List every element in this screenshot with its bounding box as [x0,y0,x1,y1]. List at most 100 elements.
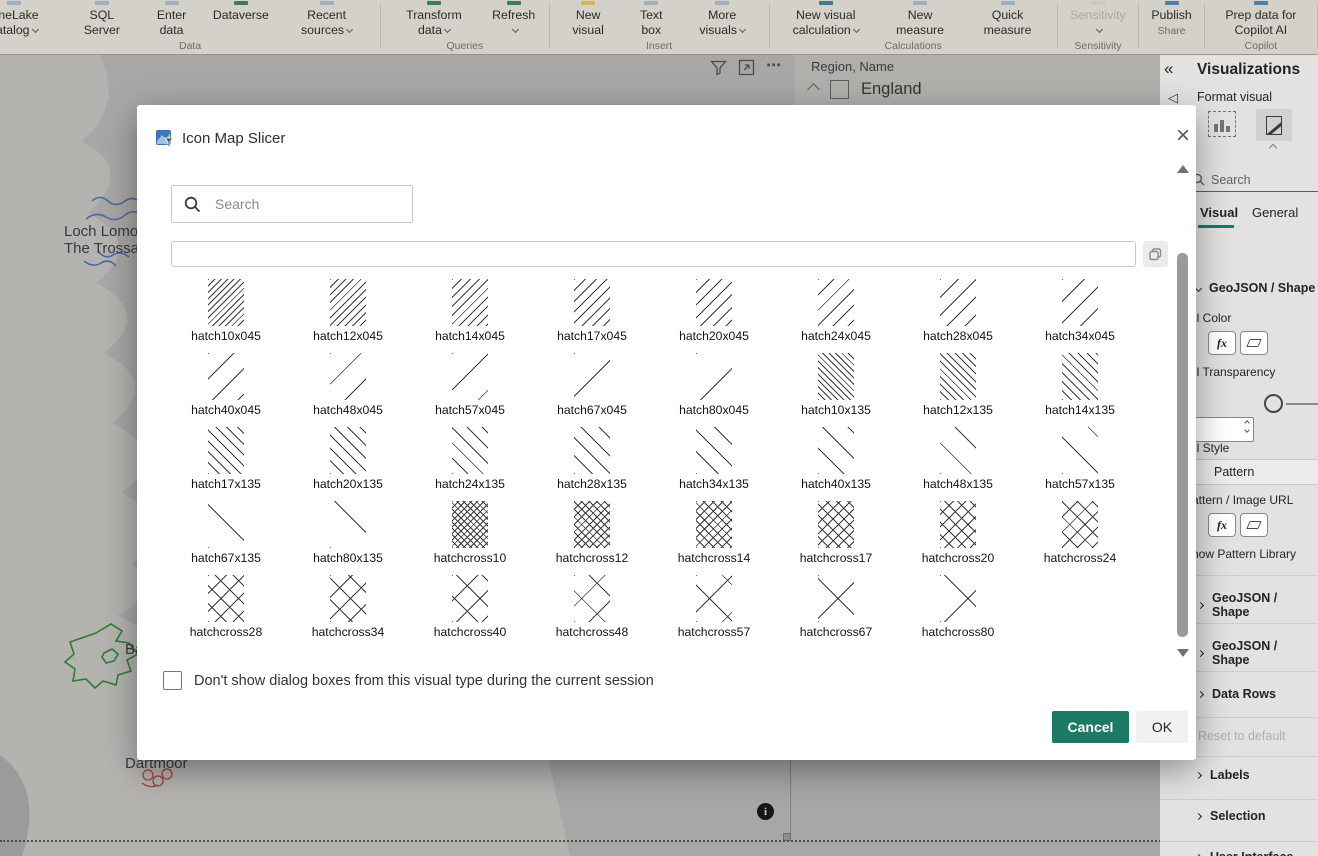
format-visual-tab[interactable] [1256,109,1292,141]
pattern-item-hatchcross48[interactable]: hatchcross48 [531,569,653,643]
pattern-item-hatch48x045[interactable]: hatch48x045 [287,347,409,421]
pattern-item-hatch67x045[interactable]: hatch67x045 [531,347,653,421]
dialog-search-input[interactable] [213,195,383,213]
ribbon-button-text-box[interactable]: Text box [623,1,680,38]
pattern-item-hatch12x045[interactable]: hatch12x045 [287,273,409,347]
pattern-item-hatchcross20[interactable]: hatchcross20 [897,495,1019,569]
pattern-url-fx-button[interactable]: fx [1208,513,1236,537]
pane-search-box[interactable]: Search [1188,168,1318,192]
pattern-item-hatch10x045[interactable]: hatch10x045 [165,273,287,347]
tab-visual[interactable]: Visual [1200,205,1238,220]
pattern-item-hatch57x045[interactable]: hatch57x045 [409,347,531,421]
pattern-item-hatchcross80[interactable]: hatchcross80 [897,569,1019,643]
section-geojson-2[interactable]: GeoJSON / Shape [1198,591,1318,619]
collapse-pane-icon[interactable]: « [1164,59,1173,79]
ok-button[interactable]: OK [1136,711,1188,743]
pattern-item-hatch10x135[interactable]: hatch10x135 [775,347,897,421]
slicer-checkbox[interactable] [830,80,849,99]
more-options-icon[interactable]: ⋯ [766,59,782,76]
section-data-rows[interactable]: Data Rows [1198,687,1276,701]
pattern-item-hatch80x135[interactable]: hatch80x135 [287,495,409,569]
dont-show-checkbox[interactable] [163,671,182,690]
ribbon-button-new-measure[interactable]: New measure [878,1,962,38]
slicer-item-label[interactable]: England [861,80,922,99]
fill-color-reset-button[interactable] [1240,331,1268,355]
pattern-item-hatch40x135[interactable]: hatch40x135 [775,421,897,495]
section-labels[interactable]: Labels [1196,768,1250,782]
ribbon-item-icon [913,1,927,5]
section-geojson-3[interactable]: GeoJSON / Shape [1198,639,1318,667]
pattern-item-hatchcross14[interactable]: hatchcross14 [653,495,775,569]
pattern-item-hatch28x135[interactable]: hatch28x135 [531,421,653,495]
pattern-url-reset-button[interactable] [1240,513,1268,537]
ribbon-button-sql-server[interactable]: SQL Server [65,1,138,38]
pattern-item-hatchcross17[interactable]: hatchcross17 [775,495,897,569]
ribbon-item-icon [1254,1,1268,5]
ribbon-group-label: Queries [446,40,483,52]
ribbon-button-prep-data-for-copilot-ai[interactable]: Prep data for Copilot AI [1209,1,1314,38]
ribbon-button-refresh[interactable]: Refresh [483,1,545,38]
pattern-item-hatchcross57[interactable]: hatchcross57 [653,569,775,643]
section-geojson-expanded[interactable]: GeoJSON / Shape [1196,281,1315,295]
pattern-item-hatchcross12[interactable]: hatchcross12 [531,495,653,569]
pattern-item-hatch57x135[interactable]: hatch57x135 [1019,421,1141,495]
pattern-url-input[interactable] [171,241,1136,267]
reset-to-default-button[interactable]: Reset to default [1198,729,1286,743]
pattern-item-hatchcross24[interactable]: hatchcross24 [1019,495,1141,569]
pattern-item-hatchcross40[interactable]: hatchcross40 [409,569,531,643]
ribbon-button-new-visual[interactable]: New visual [554,1,623,38]
collapse-chevron-icon[interactable] [807,83,820,96]
scroll-up-icon[interactable] [1177,165,1189,173]
show-pattern-library-label[interactable]: Show Pattern Library [1184,547,1296,561]
filter-icon[interactable] [710,59,727,76]
pattern-item-hatchcross34[interactable]: hatchcross34 [287,569,409,643]
feedback-icon[interactable]: ◁ [1168,90,1178,106]
ribbon-button-new-visual-calculation[interactable]: New visual calculation [774,1,878,38]
pattern-item-hatch20x135[interactable]: hatch20x135 [287,421,409,495]
ribbon-button-dataverse[interactable]: Dataverse [205,1,277,23]
pattern-item-hatch20x045[interactable]: hatch20x045 [653,273,775,347]
dialog-search-box[interactable] [171,185,413,223]
copy-button[interactable] [1143,241,1168,267]
scroll-down-icon[interactable] [1177,649,1189,657]
spinner-icons[interactable] [1245,421,1249,432]
dialog-app-icon [155,129,174,148]
pattern-item-hatch67x135[interactable]: hatch67x135 [165,495,287,569]
close-icon[interactable]: × [1176,126,1190,146]
pattern-item-hatch12x135[interactable]: hatch12x135 [897,347,1019,421]
pattern-item-hatch34x135[interactable]: hatch34x135 [653,421,775,495]
pattern-item-hatchcross67[interactable]: hatchcross67 [775,569,897,643]
pattern-item-hatch28x045[interactable]: hatch28x045 [897,273,1019,347]
pattern-item-hatch48x135[interactable]: hatch48x135 [897,421,1019,495]
scrollbar-thumb[interactable] [1177,253,1188,637]
cancel-button[interactable]: Cancel [1052,711,1129,743]
pattern-item-hatch14x135[interactable]: hatch14x135 [1019,347,1141,421]
pattern-item-hatch24x135[interactable]: hatch24x135 [409,421,531,495]
pattern-item-hatchcross10[interactable]: hatchcross10 [409,495,531,569]
pattern-item-hatch24x045[interactable]: hatch24x045 [775,273,897,347]
pattern-item-hatch80x045[interactable]: hatch80x045 [653,347,775,421]
pattern-item-hatchcross28[interactable]: hatchcross28 [165,569,287,643]
transparency-slider-handle[interactable] [1264,394,1283,413]
section-user-interface[interactable]: User Interface [1196,850,1293,856]
tab-general[interactable]: General [1252,205,1298,220]
slicer-visual[interactable]: Region, Name England [795,55,1160,106]
ribbon-button-onelake-catalog[interactable]: OneLake catalog [0,1,65,38]
info-icon[interactable]: i [757,803,774,820]
pattern-item-hatch40x045[interactable]: hatch40x045 [165,347,287,421]
ribbon-button-recent-sources[interactable]: Recent sources [277,1,376,38]
transparency-slider-track[interactable] [1286,403,1318,405]
ribbon-button-quick-measure[interactable]: Quick measure [962,1,1053,38]
pattern-item-hatch17x045[interactable]: hatch17x045 [531,273,653,347]
section-selection[interactable]: Selection [1196,809,1266,823]
focus-mode-icon[interactable] [738,59,755,76]
pattern-item-hatch14x045[interactable]: hatch14x045 [409,273,531,347]
pattern-item-hatch17x135[interactable]: hatch17x135 [165,421,287,495]
ribbon-button-more-visuals[interactable]: More visuals [680,1,765,38]
pattern-item-hatch34x045[interactable]: hatch34x045 [1019,273,1141,347]
fill-color-fx-button[interactable]: fx [1208,331,1236,355]
ribbon-button-publish[interactable]: Publish [1143,1,1199,23]
build-visual-icon[interactable] [1208,111,1236,137]
ribbon-button-transform-data[interactable]: Transform data [385,1,483,38]
ribbon-button-enter-data[interactable]: Enter data [138,1,205,38]
